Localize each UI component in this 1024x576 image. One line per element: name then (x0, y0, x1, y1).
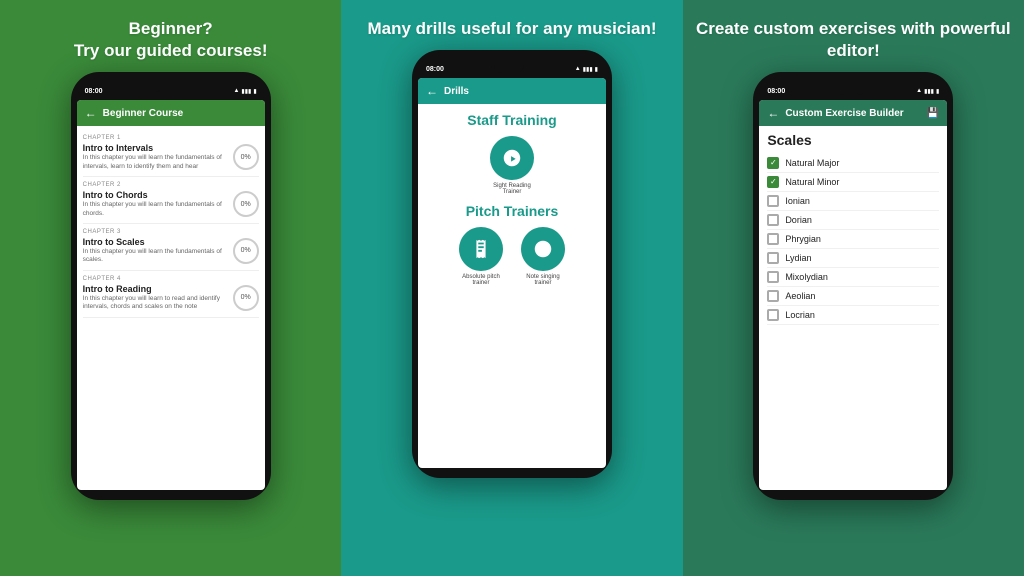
pitch-trainer-icons: Absolute pitch trainer Note singing trai… (424, 227, 600, 286)
absolute-pitch-icon (459, 227, 503, 271)
scales-title: Scales (767, 132, 939, 148)
scale-item[interactable]: Natural Major (767, 154, 939, 173)
absolute-pitch-trainer[interactable]: Absolute pitch trainer (456, 227, 506, 286)
progress-circle: 0% (233, 144, 259, 170)
right-phone: 08:00 ▲▮▮▮▮ ← Custom Exercise Builder 💾 … (753, 72, 953, 500)
center-phone-icons: ▲▮▮▮▮ (575, 66, 598, 73)
left-phone-time: 08:00 (85, 88, 103, 95)
scale-name: Ionian (785, 196, 810, 206)
chapter-desc: In this chapter you will learn to read a… (83, 295, 233, 312)
note-singing-trainer[interactable]: Note singing trainer (518, 227, 568, 286)
left-screen: ← Beginner Course CHAPTER 1 Intro to Int… (77, 100, 265, 490)
scale-checkbox[interactable] (767, 157, 779, 169)
chapter-item[interactable]: CHAPTER 1 Intro to Intervals In this cha… (83, 130, 259, 177)
chapter-desc: In this chapter you will learn the funda… (83, 248, 233, 265)
left-screen-header: ← Beginner Course (77, 100, 265, 126)
left-phone: 08:00 ▲▮▮▮▮ ← Beginner Course CHAPTER 1 … (71, 72, 271, 500)
left-phone-icons: ▲▮▮▮▮ (233, 88, 256, 95)
scale-checkbox[interactable] (767, 309, 779, 321)
scale-checkbox[interactable] (767, 214, 779, 226)
right-phone-icons: ▲▮▮▮▮ (916, 88, 939, 95)
scale-item[interactable]: Ionian (767, 192, 939, 211)
back-arrow-center[interactable]: ← (426, 84, 438, 98)
chapter-name: Intro to Chords (83, 190, 233, 200)
scale-checkbox[interactable] (767, 195, 779, 207)
scale-name: Dorian (785, 215, 812, 225)
note-singing-label: Note singing trainer (518, 274, 568, 286)
sight-reading-label: Sight Reading Trainer (487, 183, 537, 195)
scale-checkbox[interactable] (767, 252, 779, 264)
chapter-name: Intro to Scales (83, 237, 233, 247)
sight-reading-icon (490, 136, 534, 180)
center-phone-time: 08:00 (426, 66, 444, 73)
chapter-desc: In this chapter you will learn the funda… (83, 201, 233, 218)
right-screen-header: ← Custom Exercise Builder 💾 (759, 100, 947, 126)
sight-reading-trainer[interactable]: Sight Reading Trainer (487, 136, 537, 195)
pitch-trainers-title: Pitch Trainers (424, 203, 600, 219)
scale-item[interactable]: Aeolian (767, 287, 939, 306)
scale-checkbox[interactable] (767, 176, 779, 188)
right-screen-title: Custom Exercise Builder (785, 108, 921, 119)
chapter-label: CHAPTER 3 (83, 229, 259, 235)
back-arrow-left[interactable]: ← (85, 106, 97, 120)
scale-name: Natural Major (785, 158, 839, 168)
chapter-desc: In this chapter you will learn the funda… (83, 154, 233, 171)
staff-training-title: Staff Training (424, 112, 600, 128)
scale-name: Lydian (785, 253, 811, 263)
scale-item[interactable]: Natural Minor (767, 173, 939, 192)
scale-item[interactable]: Locrian (767, 306, 939, 325)
chapter-item[interactable]: CHAPTER 4 Intro to Reading In this chapt… (83, 271, 259, 318)
chapter-label: CHAPTER 2 (83, 182, 259, 188)
right-phone-time: 08:00 (767, 88, 785, 95)
scale-checkbox[interactable] (767, 271, 779, 283)
right-screen: ← Custom Exercise Builder 💾 Scales Natur… (759, 100, 947, 490)
absolute-pitch-label: Absolute pitch trainer (456, 274, 506, 286)
chapter-label: CHAPTER 1 (83, 135, 259, 141)
progress-circle: 0% (233, 238, 259, 264)
scale-name: Aeolian (785, 291, 815, 301)
center-headline: Many drills useful for any musician! (367, 18, 656, 40)
center-phone: 08:00 ▲▮▮▮▮ ← Drills Staff Training (412, 50, 612, 478)
center-screen-title: Drills (444, 86, 598, 97)
scale-item[interactable]: Dorian (767, 211, 939, 230)
scale-checkbox[interactable] (767, 290, 779, 302)
chapter-item[interactable]: CHAPTER 2 Intro to Chords In this chapte… (83, 177, 259, 224)
chapter-list: CHAPTER 1 Intro to Intervals In this cha… (77, 126, 265, 322)
scale-checkbox[interactable] (767, 233, 779, 245)
scale-item[interactable]: Phrygian (767, 230, 939, 249)
right-panel: Create custom exercises with powerful ed… (683, 0, 1024, 576)
scale-item[interactable]: Lydian (767, 249, 939, 268)
builder-screen: Scales Natural Major Natural Minor Ionia… (759, 126, 947, 331)
back-arrow-right[interactable]: ← (767, 106, 779, 120)
drills-screen: Staff Training Sight Reading Trainer Pit… (418, 104, 606, 302)
note-singing-icon (521, 227, 565, 271)
center-screen: ← Drills Staff Training Sight Reading Tr… (418, 78, 606, 468)
scales-list: Natural Major Natural Minor Ionian Doria… (767, 154, 939, 325)
scale-item[interactable]: Mixolydian (767, 268, 939, 287)
left-screen-title: Beginner Course (103, 108, 257, 119)
staff-training-icons: Sight Reading Trainer (424, 136, 600, 195)
chapter-name: Intro to Reading (83, 284, 233, 294)
center-panel: Many drills useful for any musician! 08:… (341, 0, 682, 576)
progress-circle: 0% (233, 285, 259, 311)
save-icon[interactable]: 💾 (927, 108, 939, 119)
chapter-item[interactable]: CHAPTER 3 Intro to Scales In this chapte… (83, 224, 259, 271)
right-headline: Create custom exercises with powerful ed… (693, 18, 1014, 62)
chapter-label: CHAPTER 4 (83, 276, 259, 282)
scale-name: Locrian (785, 310, 815, 320)
scale-name: Natural Minor (785, 177, 839, 187)
chapter-name: Intro to Intervals (83, 143, 233, 153)
left-headline: Beginner? Try our guided courses! (74, 18, 268, 62)
left-panel: Beginner? Try our guided courses! 08:00 … (0, 0, 341, 576)
progress-circle: 0% (233, 191, 259, 217)
scale-name: Mixolydian (785, 272, 828, 282)
center-screen-header: ← Drills (418, 78, 606, 104)
scale-name: Phrygian (785, 234, 821, 244)
